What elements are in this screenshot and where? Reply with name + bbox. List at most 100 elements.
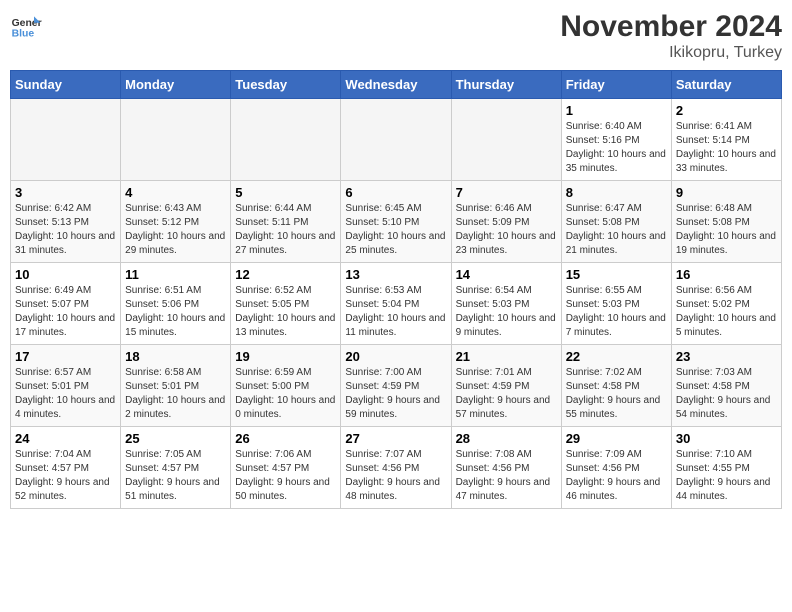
weekday-header: Monday — [121, 71, 231, 99]
day-number: 1 — [566, 103, 667, 118]
day-info: Sunrise: 6:48 AMSunset: 5:08 PMDaylight:… — [676, 202, 777, 258]
day-info: Sunrise: 6:49 AMSunset: 5:07 PMDaylight:… — [15, 284, 116, 340]
day-number: 18 — [125, 349, 226, 364]
calendar-week-row: 10 Sunrise: 6:49 AMSunset: 5:07 PMDayligh… — [11, 263, 782, 345]
day-number: 24 — [15, 431, 116, 446]
day-number: 25 — [125, 431, 226, 446]
calendar-day-cell: 8 Sunrise: 6:47 AMSunset: 5:08 PMDaylight… — [561, 181, 671, 263]
day-number: 9 — [676, 185, 777, 200]
day-info: Sunrise: 6:53 AMSunset: 5:04 PMDaylight:… — [345, 284, 446, 340]
day-number: 29 — [566, 431, 667, 446]
svg-text:General: General — [12, 18, 42, 29]
day-info: Sunrise: 6:55 AMSunset: 5:03 PMDaylight:… — [566, 284, 667, 340]
calendar-day-cell: 15 Sunrise: 6:55 AMSunset: 5:03 PMDayligh… — [561, 263, 671, 345]
day-number: 28 — [456, 431, 557, 446]
calendar-day-cell: 24Sunrise: 7:04 AMSunset: 4:57 PMDayligh… — [11, 427, 121, 509]
day-info: Sunrise: 7:03 AMSunset: 4:58 PMDaylight:… — [676, 366, 777, 422]
month-year: November 2024 — [560, 10, 782, 44]
logo-icon: General Blue — [10, 10, 42, 42]
calendar-day-cell: 2 Sunrise: 6:41 AMSunset: 5:14 PMDaylight… — [671, 99, 781, 181]
day-number: 15 — [566, 267, 667, 282]
day-number: 21 — [456, 349, 557, 364]
calendar-day-cell: 6 Sunrise: 6:45 AMSunset: 5:10 PMDaylight… — [341, 181, 451, 263]
day-number: 14 — [456, 267, 557, 282]
calendar-day-cell — [11, 99, 121, 181]
day-number: 30 — [676, 431, 777, 446]
logo: General Blue — [10, 10, 46, 42]
calendar-week-row: 17Sunrise: 6:57 AMSunset: 5:01 PMDayligh… — [11, 345, 782, 427]
day-info: Sunrise: 6:41 AMSunset: 5:14 PMDaylight:… — [676, 120, 777, 176]
calendar-day-cell: 14 Sunrise: 6:54 AMSunset: 5:03 PMDayligh… — [451, 263, 561, 345]
day-number: 3 — [15, 185, 116, 200]
day-info: Sunrise: 6:58 AMSunset: 5:01 PMDaylight:… — [125, 366, 226, 422]
day-number: 27 — [345, 431, 446, 446]
calendar-day-cell: 16 Sunrise: 6:56 AMSunset: 5:02 PMDayligh… — [671, 263, 781, 345]
day-number: 16 — [676, 267, 777, 282]
calendar-day-cell: 5Sunrise: 6:44 AMSunset: 5:11 PMDaylight… — [231, 181, 341, 263]
day-number: 12 — [235, 267, 336, 282]
day-number: 10 — [15, 267, 116, 282]
day-info: Sunrise: 6:42 AMSunset: 5:13 PMDaylight:… — [15, 202, 116, 258]
calendar-day-cell: 22 Sunrise: 7:02 AMSunset: 4:58 PMDayligh… — [561, 345, 671, 427]
weekday-header: Sunday — [11, 71, 121, 99]
location: Ikikopru, Turkey — [560, 44, 782, 62]
day-number: 22 — [566, 349, 667, 364]
calendar-day-cell: 4 Sunrise: 6:43 AMSunset: 5:12 PMDaylight… — [121, 181, 231, 263]
day-info: Sunrise: 6:40 AMSunset: 5:16 PMDaylight:… — [566, 120, 667, 176]
day-info: Sunrise: 6:54 AMSunset: 5:03 PMDaylight:… — [456, 284, 557, 340]
day-number: 2 — [676, 103, 777, 118]
calendar-day-cell: 21Sunrise: 7:01 AMSunset: 4:59 PMDayligh… — [451, 345, 561, 427]
calendar-day-cell — [451, 99, 561, 181]
calendar-day-cell: 3 Sunrise: 6:42 AMSunset: 5:13 PMDaylight… — [11, 181, 121, 263]
calendar-table: SundayMondayTuesdayWednesdayThursdayFrid… — [10, 70, 782, 509]
day-number: 20 — [345, 349, 446, 364]
day-info: Sunrise: 7:02 AMSunset: 4:58 PMDaylight:… — [566, 366, 667, 422]
day-info: Sunrise: 6:45 AMSunset: 5:10 PMDaylight:… — [345, 202, 446, 258]
weekday-header: Friday — [561, 71, 671, 99]
weekday-header-row: SundayMondayTuesdayWednesdayThursdayFrid… — [11, 71, 782, 99]
calendar-day-cell — [121, 99, 231, 181]
day-number: 7 — [456, 185, 557, 200]
day-number: 17 — [15, 349, 116, 364]
day-number: 23 — [676, 349, 777, 364]
day-number: 8 — [566, 185, 667, 200]
svg-text:Blue: Blue — [12, 28, 35, 39]
calendar-day-cell: 25 Sunrise: 7:05 AMSunset: 4:57 PMDayligh… — [121, 427, 231, 509]
day-info: Sunrise: 7:05 AMSunset: 4:57 PMDaylight:… — [125, 448, 226, 504]
day-info: Sunrise: 7:06 AMSunset: 4:57 PMDaylight:… — [235, 448, 336, 504]
calendar-day-cell — [231, 99, 341, 181]
weekday-header: Tuesday — [231, 71, 341, 99]
calendar-day-cell: 29Sunrise: 7:09 AMSunset: 4:56 PMDayligh… — [561, 427, 671, 509]
calendar-day-cell: 26 Sunrise: 7:06 AMSunset: 4:57 PMDayligh… — [231, 427, 341, 509]
calendar-week-row: 3 Sunrise: 6:42 AMSunset: 5:13 PMDaylight… — [11, 181, 782, 263]
day-number: 6 — [345, 185, 446, 200]
calendar-day-cell: 17Sunrise: 6:57 AMSunset: 5:01 PMDayligh… — [11, 345, 121, 427]
day-number: 4 — [125, 185, 226, 200]
calendar-day-cell — [341, 99, 451, 181]
title-block: November 2024 Ikikopru, Turkey — [560, 10, 782, 62]
calendar-day-cell: 13Sunrise: 6:53 AMSunset: 5:04 PMDayligh… — [341, 263, 451, 345]
calendar-day-cell: 7 Sunrise: 6:46 AMSunset: 5:09 PMDaylight… — [451, 181, 561, 263]
day-info: Sunrise: 7:07 AMSunset: 4:56 PMDaylight:… — [345, 448, 446, 504]
calendar-day-cell: 30Sunrise: 7:10 AMSunset: 4:55 PMDayligh… — [671, 427, 781, 509]
calendar-day-cell: 20 Sunrise: 7:00 AMSunset: 4:59 PMDayligh… — [341, 345, 451, 427]
day-info: Sunrise: 6:47 AMSunset: 5:08 PMDaylight:… — [566, 202, 667, 258]
calendar-day-cell: 9 Sunrise: 6:48 AMSunset: 5:08 PMDaylight… — [671, 181, 781, 263]
day-info: Sunrise: 6:46 AMSunset: 5:09 PMDaylight:… — [456, 202, 557, 258]
calendar-day-cell: 10 Sunrise: 6:49 AMSunset: 5:07 PMDayligh… — [11, 263, 121, 345]
day-number: 26 — [235, 431, 336, 446]
calendar-day-cell: 18 Sunrise: 6:58 AMSunset: 5:01 PMDayligh… — [121, 345, 231, 427]
calendar-day-cell: 11 Sunrise: 6:51 AMSunset: 5:06 PMDayligh… — [121, 263, 231, 345]
day-info: Sunrise: 6:59 AMSunset: 5:00 PMDaylight:… — [235, 366, 336, 422]
day-info: Sunrise: 7:08 AMSunset: 4:56 PMDaylight:… — [456, 448, 557, 504]
calendar-day-cell: 12 Sunrise: 6:52 AMSunset: 5:05 PMDayligh… — [231, 263, 341, 345]
day-number: 11 — [125, 267, 226, 282]
calendar-day-cell: 23 Sunrise: 7:03 AMSunset: 4:58 PMDayligh… — [671, 345, 781, 427]
day-info: Sunrise: 6:43 AMSunset: 5:12 PMDaylight:… — [125, 202, 226, 258]
day-info: Sunrise: 7:00 AMSunset: 4:59 PMDaylight:… — [345, 366, 446, 422]
day-info: Sunrise: 6:52 AMSunset: 5:05 PMDaylight:… — [235, 284, 336, 340]
calendar-week-row: 24Sunrise: 7:04 AMSunset: 4:57 PMDayligh… — [11, 427, 782, 509]
day-info: Sunrise: 6:56 AMSunset: 5:02 PMDaylight:… — [676, 284, 777, 340]
day-info: Sunrise: 6:51 AMSunset: 5:06 PMDaylight:… — [125, 284, 226, 340]
day-info: Sunrise: 6:44 AMSunset: 5:11 PMDaylight:… — [235, 202, 336, 258]
